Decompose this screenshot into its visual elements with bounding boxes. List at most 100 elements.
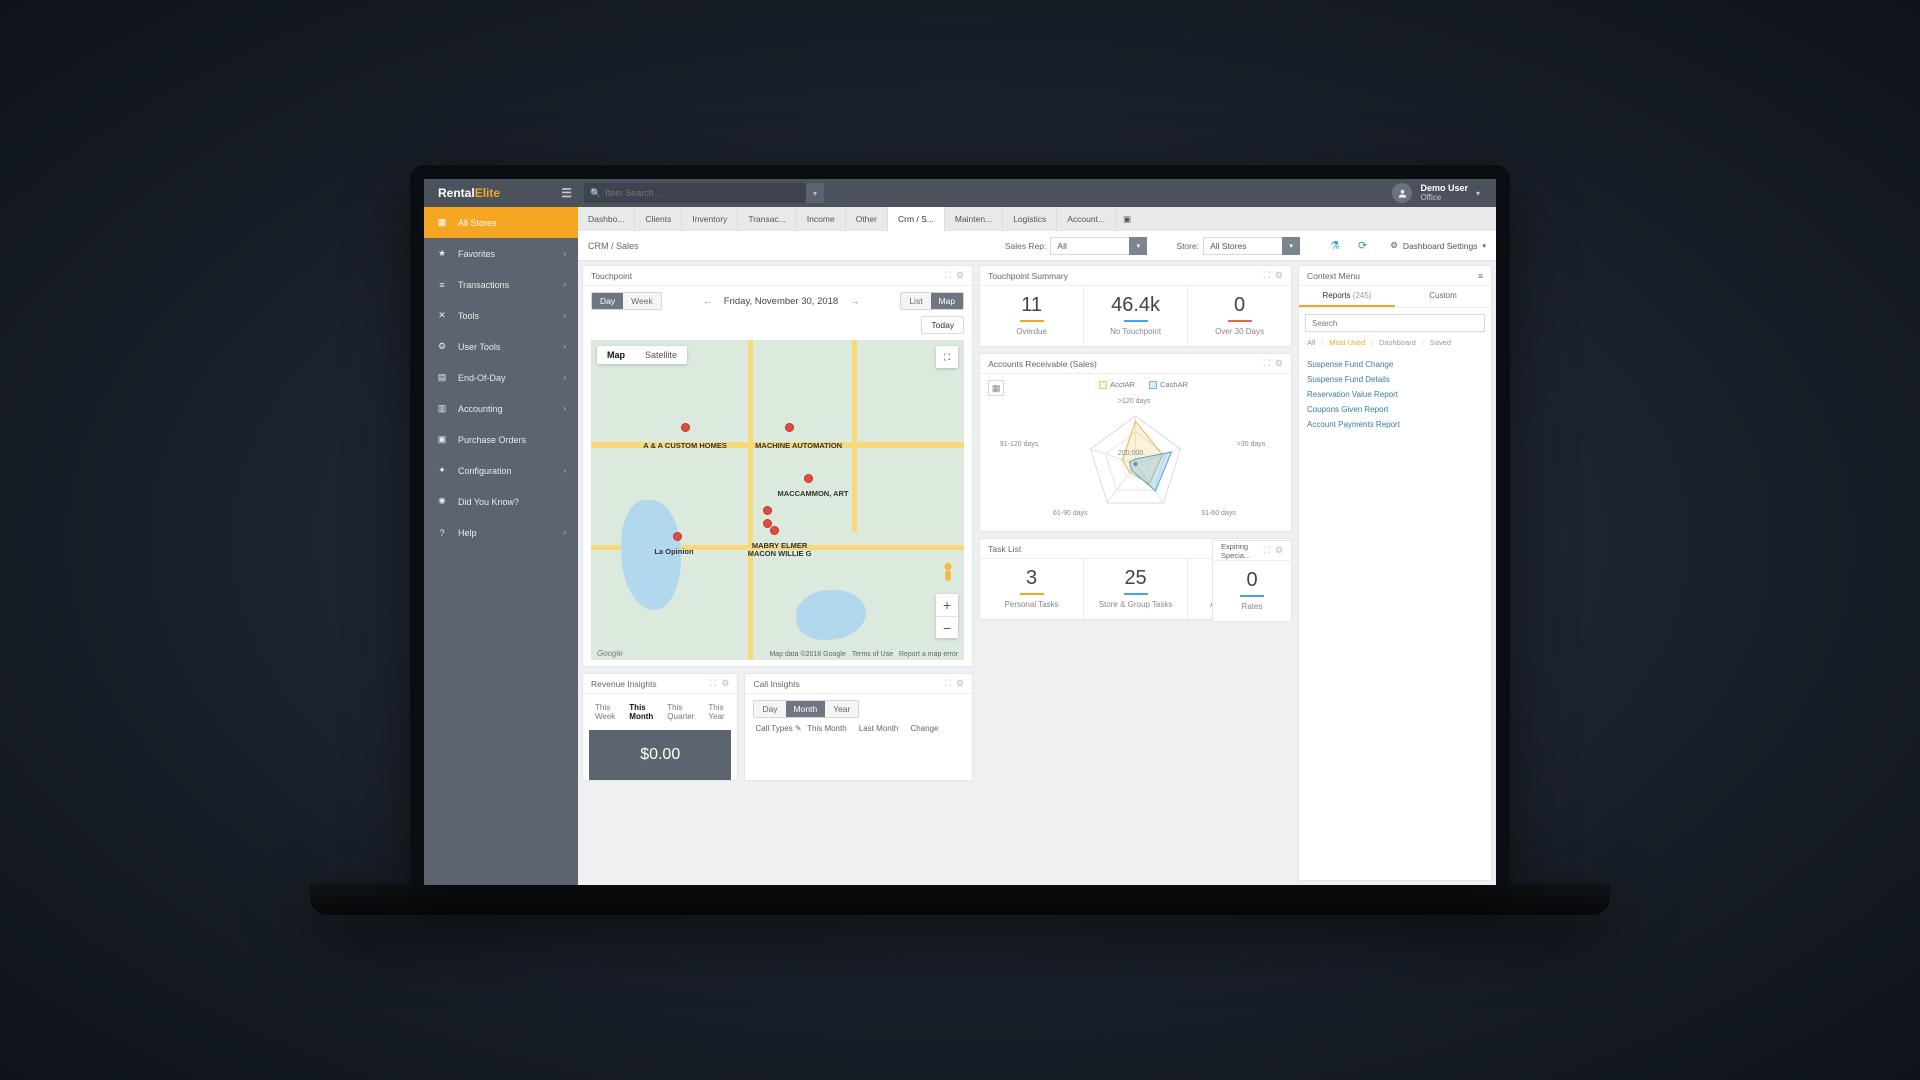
kpi-over-30[interactable]: 0Over 30 Days xyxy=(1187,286,1291,346)
map-type-map[interactable]: Map xyxy=(597,346,635,364)
fullscreen-icon[interactable]: ⛶ xyxy=(936,346,958,368)
sidenav-accounting[interactable]: ▥Accounting› xyxy=(424,393,578,424)
sidenav-user-tools[interactable]: ⚙User Tools› xyxy=(424,331,578,362)
filter-all[interactable]: All xyxy=(1307,338,1315,347)
logo: RentalElite ☰ xyxy=(424,186,578,200)
sidenav-end-of-day[interactable]: ▤End-Of-Day› xyxy=(424,362,578,393)
search-input[interactable] xyxy=(601,188,818,198)
seg-map[interactable]: Map xyxy=(931,293,964,309)
sales-rep-select[interactable]: All▾ xyxy=(1050,237,1130,255)
sidenav-configuration[interactable]: ✦Configuration› xyxy=(424,455,578,486)
chevron-down-icon[interactable]: ▾ xyxy=(1129,237,1147,255)
filter-icon[interactable]: ⚗ xyxy=(1327,239,1343,252)
pegman-icon[interactable] xyxy=(939,562,957,586)
filter-most-used[interactable]: Most Used xyxy=(1329,338,1365,347)
map-pin[interactable] xyxy=(785,423,794,432)
dashboard-settings[interactable]: ⚙ Dashboard Settings ▾ xyxy=(1390,240,1486,251)
sidenav-did-you-know[interactable]: ✺Did You Know? xyxy=(424,486,578,517)
map-pin[interactable] xyxy=(673,532,682,541)
report-link[interactable]: Reservation Value Report xyxy=(1307,387,1483,402)
user-menu[interactable]: Demo User Office ▾ xyxy=(1392,183,1496,203)
kpi-personal[interactable]: 3Personal Tasks xyxy=(980,559,1083,619)
tab-crm-sales[interactable]: Crm / S... xyxy=(888,207,945,231)
calendar-icon[interactable]: ▦ xyxy=(988,380,1004,396)
report-link[interactable]: Account Payments Report xyxy=(1307,417,1483,432)
add-tab-icon[interactable]: ▣ xyxy=(1116,207,1138,231)
expand-icon[interactable]: ⛶ xyxy=(1264,358,1270,369)
tab-clients[interactable]: Clients xyxy=(635,207,682,231)
seg-day[interactable]: Day xyxy=(754,701,785,717)
tab-this-week[interactable]: This Week xyxy=(589,700,621,724)
report-link[interactable]: Coupons Given Report xyxy=(1307,402,1483,417)
expand-icon[interactable]: ⛶ xyxy=(710,678,716,689)
report-link[interactable]: Suspense Fund Change xyxy=(1307,357,1483,372)
tab-this-quarter[interactable]: This Quarter xyxy=(661,700,700,724)
seg-list[interactable]: List xyxy=(901,293,930,309)
store-select[interactable]: All Stores▾ xyxy=(1203,237,1283,255)
map-pin[interactable] xyxy=(770,526,779,535)
tab-transactions[interactable]: Transac... xyxy=(738,207,796,231)
expand-icon[interactable]: ⛶ xyxy=(945,270,951,281)
seg-month[interactable]: Month xyxy=(786,701,826,717)
zoom-out-icon[interactable]: − xyxy=(936,616,958,638)
sidenav-all-stores[interactable]: ▦All Stores xyxy=(424,207,578,238)
tab-accounting[interactable]: Account... xyxy=(1057,207,1116,231)
expand-icon[interactable]: ⛶ xyxy=(1264,270,1270,281)
seg-year[interactable]: Year xyxy=(825,701,858,717)
tab-this-year[interactable]: This Year xyxy=(702,700,731,724)
gear-icon[interactable]: ⚙ xyxy=(721,678,729,689)
gear-icon[interactable]: ⚙ xyxy=(956,270,964,281)
seg-day[interactable]: Day xyxy=(592,293,623,309)
sidenav-help[interactable]: ?Help› xyxy=(424,517,578,548)
tab-dashboard[interactable]: Dashbo... xyxy=(578,207,635,231)
map-pin[interactable] xyxy=(763,506,772,515)
refresh-icon[interactable]: ⟳ xyxy=(1355,239,1370,252)
gear-icon[interactable]: ⚙ xyxy=(1275,358,1283,369)
menu-icon[interactable]: ≡ xyxy=(1478,271,1483,281)
map-type-satellite[interactable]: Satellite xyxy=(635,346,687,364)
filter-saved[interactable]: Saved xyxy=(1430,338,1451,347)
kpi-store-group[interactable]: 25Store & Group Tasks xyxy=(1083,559,1187,619)
tab-other[interactable]: Other xyxy=(846,207,888,231)
map-pin[interactable] xyxy=(681,423,690,432)
report-link[interactable]: Suspense Fund Details xyxy=(1307,372,1483,387)
tab-custom[interactable]: Custom xyxy=(1395,286,1491,307)
map[interactable]: A & A CUSTOM HOMES MACHINE AUTOMATION MA… xyxy=(591,340,964,660)
menu-toggle-icon[interactable]: ☰ xyxy=(561,186,572,200)
chevron-down-icon[interactable]: ▾ xyxy=(1282,237,1300,255)
expand-icon[interactable]: ⛶ xyxy=(945,678,951,689)
sidenav-tools[interactable]: ✕Tools› xyxy=(424,300,578,331)
global-search[interactable]: 🔍 ▾ xyxy=(584,183,824,203)
kpi-rates[interactable]: 0Rates xyxy=(1213,561,1291,621)
map-pin[interactable] xyxy=(804,474,813,483)
seg-week[interactable]: Week xyxy=(623,293,661,309)
next-day-icon[interactable]: → xyxy=(850,296,859,306)
sidenav-transactions[interactable]: ≡Transactions› xyxy=(424,269,578,300)
gear-icon[interactable]: ⚙ xyxy=(1275,545,1283,556)
tab-logistics[interactable]: Logistics xyxy=(1003,207,1057,231)
panel-title: Call Insights xyxy=(753,679,799,689)
tab-reports[interactable]: Reports (245) xyxy=(1299,286,1395,307)
tab-this-month[interactable]: This Month xyxy=(623,700,659,724)
gear-icon[interactable]: ⚙ xyxy=(1275,270,1283,281)
tab-income[interactable]: Income xyxy=(797,207,846,231)
tab-inventory[interactable]: Inventory xyxy=(682,207,738,231)
zoom-in-icon[interactable]: + xyxy=(936,594,958,616)
report-link[interactable]: Report a map error xyxy=(899,651,958,658)
map-label: MACCAMMON, ART xyxy=(778,490,849,498)
edit-icon[interactable]: ✎ xyxy=(795,724,802,733)
sidenav-purchase-orders[interactable]: ▣Purchase Orders xyxy=(424,424,578,455)
context-search[interactable] xyxy=(1305,314,1485,332)
kpi-overdue[interactable]: 11Overdue xyxy=(980,286,1083,346)
expand-icon[interactable]: ⛶ xyxy=(1264,545,1270,556)
gear-icon[interactable]: ⚙ xyxy=(956,678,964,689)
sidenav-favorites[interactable]: ★Favorites› xyxy=(424,238,578,269)
today-button[interactable]: Today xyxy=(921,316,964,334)
kpi-no-touchpoint[interactable]: 46.4kNo Touchpoint xyxy=(1083,286,1187,346)
prev-day-icon[interactable]: ← xyxy=(703,296,712,306)
filter-dashboard[interactable]: Dashboard xyxy=(1379,338,1416,347)
terms-link[interactable]: Terms of Use xyxy=(852,651,893,658)
context-search-input[interactable] xyxy=(1306,315,1484,331)
search-dropdown-icon[interactable]: ▾ xyxy=(806,183,824,203)
tab-maintenance[interactable]: Mainten... xyxy=(945,207,1003,231)
